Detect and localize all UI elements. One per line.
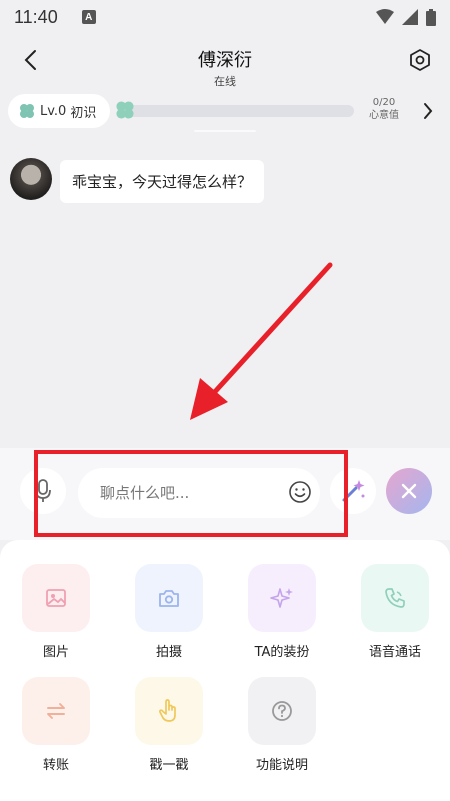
help-icon [248,677,316,745]
image-icon [22,564,90,632]
func-label: 图片 [42,645,69,660]
poke-icon [135,677,203,745]
progress-label: 心意值 [369,110,399,121]
func-camera[interactable]: 拍摄 [124,564,214,660]
emoji-icon [289,481,311,503]
notification-a-icon: A [81,10,96,24]
close-panel-button[interactable] [386,468,432,514]
transfer-icon [22,677,90,745]
phone-icon [361,564,429,632]
microphone-icon [35,479,51,502]
gear-icon [410,49,430,71]
emoji-button[interactable] [286,478,314,506]
progress-value: 0/20 [372,97,396,108]
level-badge[interactable]: Lv.0 初识 [8,94,110,128]
func-voice-call[interactable]: 语音通话 [350,564,440,660]
input-area [0,448,450,540]
func-dressup[interactable]: TA的装扮 [237,564,327,660]
progress-track [126,105,354,117]
func-label: 戳一戳 [149,758,189,773]
message-bubble[interactable]: 乖宝宝，今天过得怎么样？ [60,160,265,203]
chat-input[interactable] [78,468,320,518]
wifi-icon [376,9,394,24]
intimacy-level-bar: Lv.0 初识 0/20 心意值 [8,94,446,128]
status-bar: 11:40 A [0,0,450,34]
level-next-button[interactable] [416,98,440,124]
avatar[interactable] [10,158,52,200]
online-status: 在线 [214,75,236,88]
chevron-right-icon [424,103,433,119]
close-icon [401,483,417,499]
page-title: 傅深衍 [198,50,252,71]
func-help[interactable]: 功能说明 [237,677,327,773]
func-transfer[interactable]: 转账 [11,677,101,773]
func-label: 拍摄 [155,645,182,660]
divider [194,130,256,132]
func-label: 转账 [42,758,69,773]
chat-header: 傅深衍 在线 [0,34,450,90]
func-image[interactable]: 图片 [11,564,101,660]
clover-icon [20,104,34,118]
func-label: 功能说明 [255,758,308,773]
voice-input-button[interactable] [20,468,66,514]
progress-text: 0/20 心意值 [364,96,404,122]
function-panel: 图片 拍摄 TA的装扮 语音通话 转账 戳一戳 功能说明 [0,540,450,801]
magic-wand-icon [342,480,365,502]
status-icons [376,8,436,26]
level-stage: 初识 [70,105,97,121]
settings-button[interactable] [404,44,436,76]
func-label: 语音通话 [368,645,421,660]
signal-icon [402,9,418,25]
func-poke[interactable]: 戳一戳 [124,677,214,773]
magic-wand-button[interactable] [330,468,376,514]
func-label: TA的装扮 [254,645,310,660]
message-row: 乖宝宝，今天过得怎么样？ [10,158,265,203]
status-time: 11:40 [14,6,58,27]
camera-icon [135,564,203,632]
intimacy-progress: 0/20 心意值 [112,96,412,126]
battery-icon [426,8,436,26]
level-number: Lv.0 [40,103,67,119]
clover-small-icon [116,101,134,119]
sparkle-icon [248,564,316,632]
